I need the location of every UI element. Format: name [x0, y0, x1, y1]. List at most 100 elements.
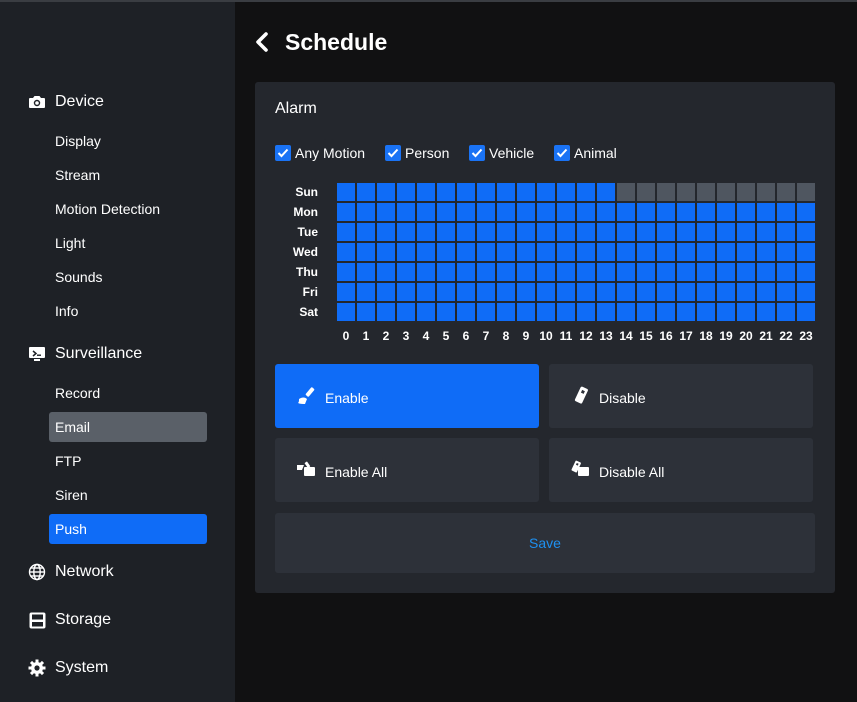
schedule-cell-fri-7[interactable] — [477, 283, 495, 301]
schedule-cell-mon-2[interactable] — [377, 203, 395, 221]
schedule-cell-wed-20[interactable] — [737, 243, 755, 261]
schedule-cell-mon-10[interactable] — [537, 203, 555, 221]
schedule-cell-sat-12[interactable] — [577, 303, 595, 321]
schedule-cell-sun-6[interactable] — [457, 183, 475, 201]
schedule-cell-sat-5[interactable] — [437, 303, 455, 321]
schedule-cell-sun-5[interactable] — [437, 183, 455, 201]
schedule-cell-tue-5[interactable] — [437, 223, 455, 241]
schedule-cell-wed-23[interactable] — [797, 243, 815, 261]
sidebar-item-siren[interactable]: Siren — [49, 480, 207, 510]
schedule-cell-sun-18[interactable] — [697, 183, 715, 201]
schedule-cell-mon-0[interactable] — [337, 203, 355, 221]
enable-all-button[interactable]: Enable All — [275, 438, 539, 502]
schedule-cell-wed-19[interactable] — [717, 243, 735, 261]
schedule-cell-fri-3[interactable] — [397, 283, 415, 301]
schedule-cell-mon-17[interactable] — [677, 203, 695, 221]
schedule-cell-fri-4[interactable] — [417, 283, 435, 301]
schedule-cell-mon-7[interactable] — [477, 203, 495, 221]
sidebar-item-push[interactable]: Push — [49, 514, 207, 544]
schedule-cell-tue-20[interactable] — [737, 223, 755, 241]
schedule-cell-mon-19[interactable] — [717, 203, 735, 221]
schedule-cell-wed-2[interactable] — [377, 243, 395, 261]
sidebar-item-motion-detection[interactable]: Motion Detection — [49, 194, 207, 224]
schedule-cell-wed-7[interactable] — [477, 243, 495, 261]
schedule-cell-fri-14[interactable] — [617, 283, 635, 301]
sidebar-item-email[interactable]: Email — [49, 412, 207, 442]
schedule-cell-sat-21[interactable] — [757, 303, 775, 321]
enable-button[interactable]: Enable — [275, 364, 539, 428]
schedule-cell-fri-15[interactable] — [637, 283, 655, 301]
schedule-cell-sat-2[interactable] — [377, 303, 395, 321]
sidebar-item-ftp[interactable]: FTP — [49, 446, 207, 476]
schedule-cell-sun-13[interactable] — [597, 183, 615, 201]
schedule-cell-tue-14[interactable] — [617, 223, 635, 241]
schedule-cell-thu-3[interactable] — [397, 263, 415, 281]
schedule-cell-sat-3[interactable] — [397, 303, 415, 321]
schedule-cell-wed-5[interactable] — [437, 243, 455, 261]
schedule-cell-fri-23[interactable] — [797, 283, 815, 301]
sidebar-item-light[interactable]: Light — [49, 228, 207, 258]
schedule-cell-sat-23[interactable] — [797, 303, 815, 321]
schedule-cell-tue-7[interactable] — [477, 223, 495, 241]
schedule-cell-mon-18[interactable] — [697, 203, 715, 221]
sidebar-item-display[interactable]: Display — [49, 126, 207, 156]
schedule-cell-mon-11[interactable] — [557, 203, 575, 221]
schedule-cell-fri-5[interactable] — [437, 283, 455, 301]
schedule-cell-fri-22[interactable] — [777, 283, 795, 301]
sidebar-section-network[interactable]: Network — [27, 560, 114, 584]
checkbox-animal[interactable]: Animal — [554, 145, 617, 161]
schedule-cell-fri-18[interactable] — [697, 283, 715, 301]
sidebar-item-sounds[interactable]: Sounds — [49, 262, 207, 292]
schedule-cell-sat-18[interactable] — [697, 303, 715, 321]
schedule-cell-thu-7[interactable] — [477, 263, 495, 281]
schedule-cell-sat-1[interactable] — [357, 303, 375, 321]
schedule-cell-tue-19[interactable] — [717, 223, 735, 241]
schedule-cell-wed-3[interactable] — [397, 243, 415, 261]
schedule-cell-wed-17[interactable] — [677, 243, 695, 261]
schedule-cell-thu-12[interactable] — [577, 263, 595, 281]
schedule-cell-mon-8[interactable] — [497, 203, 515, 221]
schedule-cell-fri-1[interactable] — [357, 283, 375, 301]
schedule-cell-mon-5[interactable] — [437, 203, 455, 221]
schedule-cell-tue-9[interactable] — [517, 223, 535, 241]
schedule-cell-tue-13[interactable] — [597, 223, 615, 241]
schedule-cell-tue-17[interactable] — [677, 223, 695, 241]
schedule-cell-sun-4[interactable] — [417, 183, 435, 201]
schedule-cell-fri-13[interactable] — [597, 283, 615, 301]
schedule-cell-sun-8[interactable] — [497, 183, 515, 201]
schedule-cell-thu-11[interactable] — [557, 263, 575, 281]
schedule-cell-thu-17[interactable] — [677, 263, 695, 281]
schedule-cell-tue-12[interactable] — [577, 223, 595, 241]
schedule-cell-sun-1[interactable] — [357, 183, 375, 201]
schedule-cell-sat-15[interactable] — [637, 303, 655, 321]
schedule-cell-sat-19[interactable] — [717, 303, 735, 321]
schedule-cell-tue-8[interactable] — [497, 223, 515, 241]
schedule-cell-mon-4[interactable] — [417, 203, 435, 221]
chevron-left-icon[interactable] — [255, 31, 277, 53]
schedule-cell-thu-15[interactable] — [637, 263, 655, 281]
schedule-cell-sun-7[interactable] — [477, 183, 495, 201]
schedule-cell-sat-22[interactable] — [777, 303, 795, 321]
schedule-cell-mon-1[interactable] — [357, 203, 375, 221]
schedule-cell-sun-16[interactable] — [657, 183, 675, 201]
schedule-cell-sat-14[interactable] — [617, 303, 635, 321]
schedule-cell-thu-23[interactable] — [797, 263, 815, 281]
schedule-cell-sat-16[interactable] — [657, 303, 675, 321]
checkbox-person[interactable]: Person — [385, 145, 449, 161]
schedule-cell-thu-6[interactable] — [457, 263, 475, 281]
schedule-cell-thu-2[interactable] — [377, 263, 395, 281]
sidebar-item-record[interactable]: Record — [49, 378, 207, 408]
schedule-cell-sun-14[interactable] — [617, 183, 635, 201]
schedule-cell-thu-20[interactable] — [737, 263, 755, 281]
schedule-cell-sun-21[interactable] — [757, 183, 775, 201]
schedule-cell-sun-15[interactable] — [637, 183, 655, 201]
schedule-cell-thu-13[interactable] — [597, 263, 615, 281]
schedule-cell-wed-14[interactable] — [617, 243, 635, 261]
schedule-cell-tue-23[interactable] — [797, 223, 815, 241]
disable-all-button[interactable]: Disable All — [549, 438, 813, 502]
schedule-cell-fri-17[interactable] — [677, 283, 695, 301]
schedule-cell-fri-9[interactable] — [517, 283, 535, 301]
schedule-cell-tue-16[interactable] — [657, 223, 675, 241]
sidebar-section-surveillance[interactable]: Surveillance — [27, 342, 142, 366]
schedule-cell-mon-22[interactable] — [777, 203, 795, 221]
